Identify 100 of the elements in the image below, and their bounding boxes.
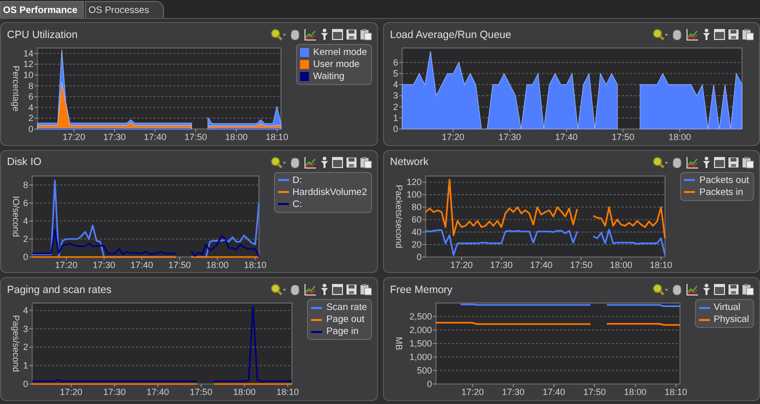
tick-label: 18:10 [664,387,688,398]
tick-label: 17:40 [144,132,166,142]
tick-label: 2,000 [409,325,432,336]
legend-label: Physical [714,314,749,326]
zoom-icon[interactable] [270,28,286,41]
panel-title: Network [390,156,430,168]
funnel-icon[interactable] [702,283,711,296]
tick-label: 18:10 [276,387,299,398]
clipboard-icon[interactable] [742,28,754,41]
save-icon[interactable] [346,283,357,296]
tick-label: 17:50 [583,387,606,398]
tick-label: 12 [23,59,34,70]
chart-icon[interactable] [686,156,699,169]
zoom-icon[interactable] [270,283,286,296]
clipboard-icon[interactable] [360,28,372,41]
tick-label: 17:30 [498,132,522,142]
chart-icon[interactable] [686,283,699,296]
axis-label: Percentage [11,65,21,112]
tick-label: 17:30 [490,260,513,270]
tick-label: 17:50 [184,132,207,142]
chart-icon[interactable] [304,28,317,41]
tick-label: 6 [393,57,398,68]
tick-label: 17:40 [542,387,566,398]
funnel-icon[interactable] [320,283,329,296]
tab[interactable]: OS Performance [0,1,84,18]
panel-title: Disk IO [7,156,42,168]
tick-label: 20 [412,239,422,250]
tick-label: 40 [412,226,422,237]
clipboard-icon[interactable] [742,156,754,169]
tick-label: 17:40 [146,387,170,398]
funnel-icon[interactable] [702,156,711,169]
tick-label: 3 [393,90,398,101]
tick-label: 17:40 [130,260,154,270]
clipboard-icon[interactable] [742,283,754,296]
tick-label: 17:20 [442,132,464,142]
zoom-icon[interactable] [652,283,668,296]
funnel-icon[interactable] [702,28,711,41]
tick-label: 0 [23,252,28,262]
tick-label: 17:40 [530,260,553,270]
tick-label: 18:10 [266,132,288,142]
tick-label: 0 [416,252,422,262]
zoom-icon[interactable] [270,156,286,169]
window-icon[interactable] [332,156,343,169]
legend-label: Waiting [313,71,344,82]
window-icon[interactable] [714,28,725,41]
tick-label: 6 [23,198,28,208]
tick-label: 0 [426,379,432,390]
tick-label: 14 [23,48,34,58]
save-icon[interactable] [346,156,357,169]
tick-label: 0 [393,124,398,134]
tick-label: 2 [23,234,28,244]
tick-label: 10 [23,70,34,80]
panel-title: Load Average/Run Queue [390,28,512,40]
save-icon[interactable] [728,156,739,169]
tick-label: 17:30 [502,387,525,398]
tick-label: 17:20 [62,132,86,142]
zoom-icon[interactable] [652,156,668,169]
tick-label: 17:30 [103,132,126,142]
tick-label: 17:20 [54,260,78,270]
tick-label: 80 [412,202,422,212]
clipboard-icon[interactable] [360,283,372,296]
tick-label: 17:30 [103,387,126,398]
legend-label: Packets out [699,174,749,186]
axis-label: MB [394,337,404,351]
tick-label: 1 [393,112,398,123]
legend-label: D: [292,174,302,186]
save-icon[interactable] [728,28,739,41]
chart-icon[interactable] [304,156,317,169]
funnel-icon[interactable] [320,156,329,169]
tick-label: 4 [393,80,398,90]
tick-label: 18:00 [225,132,248,142]
tick-label: 18:00 [624,387,647,398]
tick-label: 6 [28,92,34,102]
tick-label: 2 [23,342,28,352]
chart-icon[interactable] [304,283,317,296]
legend-label: Packets in [699,186,744,198]
tick-label: 1,000 [409,352,432,362]
save-icon[interactable] [346,28,357,41]
tick-label: 2 [28,113,34,124]
tick-label: 8 [28,80,34,91]
window-icon[interactable] [714,156,725,169]
window-icon[interactable] [714,283,725,296]
tick-label: 18:00 [610,260,632,270]
window-icon[interactable] [332,28,343,41]
tab[interactable]: OS Processes [85,1,164,18]
funnel-icon[interactable] [320,28,329,41]
tick-label: 17:50 [168,260,191,270]
window-icon[interactable] [332,283,343,296]
tick-label: 18:00 [668,132,691,142]
clipboard-icon[interactable] [360,156,372,169]
save-icon[interactable] [728,283,739,296]
zoom-icon[interactable] [652,28,668,41]
tick-label: 17:50 [190,387,212,398]
tick-label: 2 [393,102,398,112]
tick-label: 3 [23,324,28,334]
tick-label: 0 [23,379,28,390]
tick-label: 8 [23,180,28,190]
tick-label: 500 [416,366,432,376]
tick-label: 1 [23,360,28,371]
chart-icon[interactable] [686,28,699,41]
